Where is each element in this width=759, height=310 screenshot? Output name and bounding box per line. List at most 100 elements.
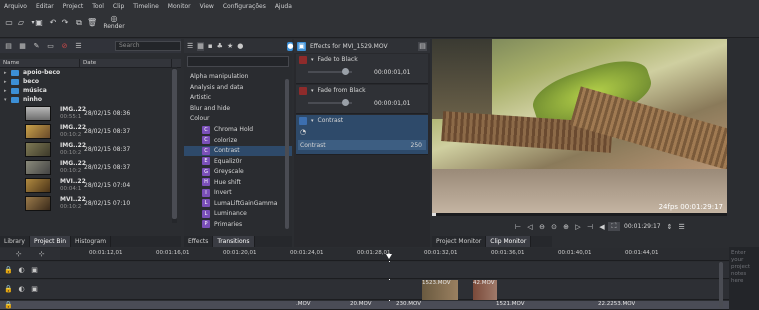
effect-enable-icon[interactable]	[299, 55, 307, 64]
list-view-icon[interactable]: ☰	[187, 42, 193, 51]
effect-item[interactable]: Ccolorize	[184, 135, 292, 146]
folder-row[interactable]: ▸ música	[0, 86, 181, 95]
expand-arrow-icon[interactable]: ▸	[4, 79, 11, 85]
timeline-clip[interactable]: 20.MOV	[350, 301, 372, 307]
timeline-clip[interactable]: 1523.MOV	[422, 280, 458, 300]
monitor-ruler[interactable]	[432, 213, 727, 216]
folder-row[interactable]: ▾ ninho	[0, 95, 181, 104]
category-item[interactable]: Artistic	[184, 93, 292, 104]
collapse-arrow-icon[interactable]: ▾	[4, 97, 11, 103]
bin-scrollbar[interactable]	[172, 67, 177, 223]
timeline-clip[interactable]: 42.MOV	[473, 280, 497, 300]
open-project-icon[interactable]: ▱	[16, 18, 26, 28]
audio-effects-icon[interactable]: ♣	[217, 42, 223, 51]
effect-fade-from-black[interactable]: ▾ Fade from Black 00:00:01,01	[296, 85, 428, 114]
stack-menu-icon[interactable]: ▤	[418, 41, 427, 51]
all-effects-icon[interactable]: ▦	[197, 41, 204, 51]
delete-icon[interactable]: 🗑	[87, 18, 97, 28]
fade-duration[interactable]: 00:00:01,01	[374, 100, 411, 107]
zone-end-icon[interactable]: ⊣	[584, 223, 596, 231]
fullscreen-icon[interactable]: ⛶	[608, 222, 620, 231]
favorite-effects-icon[interactable]: ●	[237, 42, 243, 51]
fade-slider[interactable]	[308, 99, 352, 106]
menu-ajuda[interactable]: Ajuda	[275, 3, 292, 10]
menu-view[interactable]: View	[200, 3, 214, 10]
menu-project[interactable]: Project	[63, 3, 84, 10]
tab-project-bin[interactable]: Project Bin	[29, 236, 72, 247]
video-monitor[interactable]: 24fps 00:01:29:17	[432, 39, 727, 213]
collapse-arrow-icon[interactable]: ▾	[311, 88, 314, 94]
menu-timeline[interactable]: Timeline	[133, 3, 159, 10]
spinner-icon[interactable]: ⇕	[664, 223, 676, 231]
list-item[interactable]: MVI..22 00:10:2 28/02/15 07:10	[0, 194, 181, 212]
effects-scrollbar[interactable]	[285, 79, 289, 229]
play-icon[interactable]: ⊙	[548, 223, 560, 231]
effect-item[interactable]: P Primaries	[184, 219, 292, 230]
effect-item[interactable]: E Equaliz0r	[184, 156, 292, 167]
timeline-clip[interactable]: 230.MOV	[396, 301, 421, 307]
list-item[interactable]: IMG..22 00:10:2 28/02/15 08:37	[0, 122, 181, 140]
effect-enable-icon[interactable]	[299, 116, 307, 125]
contrast-value[interactable]: 250	[411, 142, 422, 149]
fade-duration[interactable]: 00:00:01,01	[374, 69, 411, 76]
menu-tool[interactable]: Tool	[92, 3, 104, 10]
effect-contrast[interactable]: ▾ Contrast ◔ Contrast 250	[296, 115, 428, 155]
bin-menu-icon[interactable]: ▤	[4, 42, 13, 51]
menu-arquivo[interactable]: Arquivo	[4, 3, 27, 10]
view-icon[interactable]: ☰	[74, 42, 83, 51]
effect-enable-icon[interactable]	[299, 86, 307, 95]
category-item[interactable]: Colour	[184, 114, 292, 125]
volume-icon[interactable]: ◀	[596, 223, 608, 231]
effect-info-icon[interactable]: ●	[287, 41, 294, 51]
lock-icon[interactable]: 🔒	[4, 285, 13, 294]
reset-icon[interactable]: ◔	[300, 128, 306, 136]
tab-effects[interactable]: Effects	[184, 236, 214, 247]
undo-icon[interactable]: ↶	[48, 18, 58, 28]
expand-arrow-icon[interactable]: ▸	[4, 88, 11, 94]
zoom-icon[interactable]: ⊹	[14, 250, 23, 259]
category-item[interactable]: Blur and hide	[184, 104, 292, 115]
list-item[interactable]: IMG..22 00:55:1 28/02/15 08:36	[0, 104, 181, 122]
video-icon[interactable]: ▣	[30, 266, 39, 275]
playhead-marker[interactable]	[386, 254, 392, 259]
rewind-icon[interactable]: ◁	[524, 223, 536, 231]
fade-slider[interactable]	[308, 68, 352, 75]
lock-icon[interactable]: 🔒	[4, 301, 13, 310]
notes-input[interactable]: Enter your project notes here	[729, 247, 759, 310]
effects-search-input[interactable]	[187, 56, 289, 67]
effect-item[interactable]: C Chroma Hold	[184, 125, 292, 136]
forward-icon[interactable]: ▷	[572, 223, 584, 231]
col-date[interactable]: Date	[80, 59, 172, 67]
menu-clip[interactable]: Clip	[113, 3, 124, 10]
lock-icon[interactable]: 🔒	[4, 266, 13, 275]
add-clip-icon[interactable]: ▦	[18, 42, 27, 51]
edit-clip-icon[interactable]: ✎	[32, 42, 41, 51]
new-project-icon[interactable]: ▭	[4, 18, 14, 28]
snap-icon[interactable]: ⊹	[37, 250, 46, 259]
menu-editar[interactable]: Editar	[36, 3, 54, 10]
timeline-clip[interactable]: 1521.MOV	[496, 301, 525, 307]
list-item[interactable]: MVI..22 00:04:1 28/02/15 07:04	[0, 176, 181, 194]
timeline-clip[interactable]: 22.2253.MOV	[598, 301, 635, 307]
redo-icon[interactable]: ↷	[60, 18, 70, 28]
contrast-param-row[interactable]: Contrast 250	[298, 140, 426, 150]
expand-arrow-icon[interactable]: ▸	[4, 70, 11, 76]
audio-icon[interactable]: ◐	[17, 285, 26, 294]
zone-start-icon[interactable]: ⊢	[512, 223, 524, 231]
menu-configuracoes[interactable]: Configurações	[223, 3, 266, 10]
tab-histogram[interactable]: Histogram	[71, 236, 112, 247]
effect-item[interactable]: H Hue shift	[184, 177, 292, 188]
tab-project-monitor[interactable]: Project Monitor	[432, 236, 487, 247]
collapse-arrow-icon[interactable]: ▾	[311, 118, 314, 124]
category-item[interactable]: Alpha manipulation	[184, 72, 292, 83]
timeline-ruler[interactable]: 00:01:12,01 00:01:16,01 00:01:20,01 00:0…	[60, 248, 729, 261]
folder-row[interactable]: ▸ apoio-beco	[0, 68, 181, 77]
video-effects-icon[interactable]: ▪	[208, 42, 213, 51]
bin-search-input[interactable]: Search	[115, 41, 181, 51]
effect-item[interactable]: I Invert	[184, 188, 292, 199]
prev-frame-icon[interactable]: ⊖	[536, 223, 548, 231]
effect-item[interactable]: L Luminance	[184, 209, 292, 220]
custom-effects-icon[interactable]: ★	[227, 42, 233, 51]
effect-item-selected[interactable]: C Contrast	[184, 145, 292, 156]
timeline-clip[interactable]: .MOV	[296, 301, 311, 307]
